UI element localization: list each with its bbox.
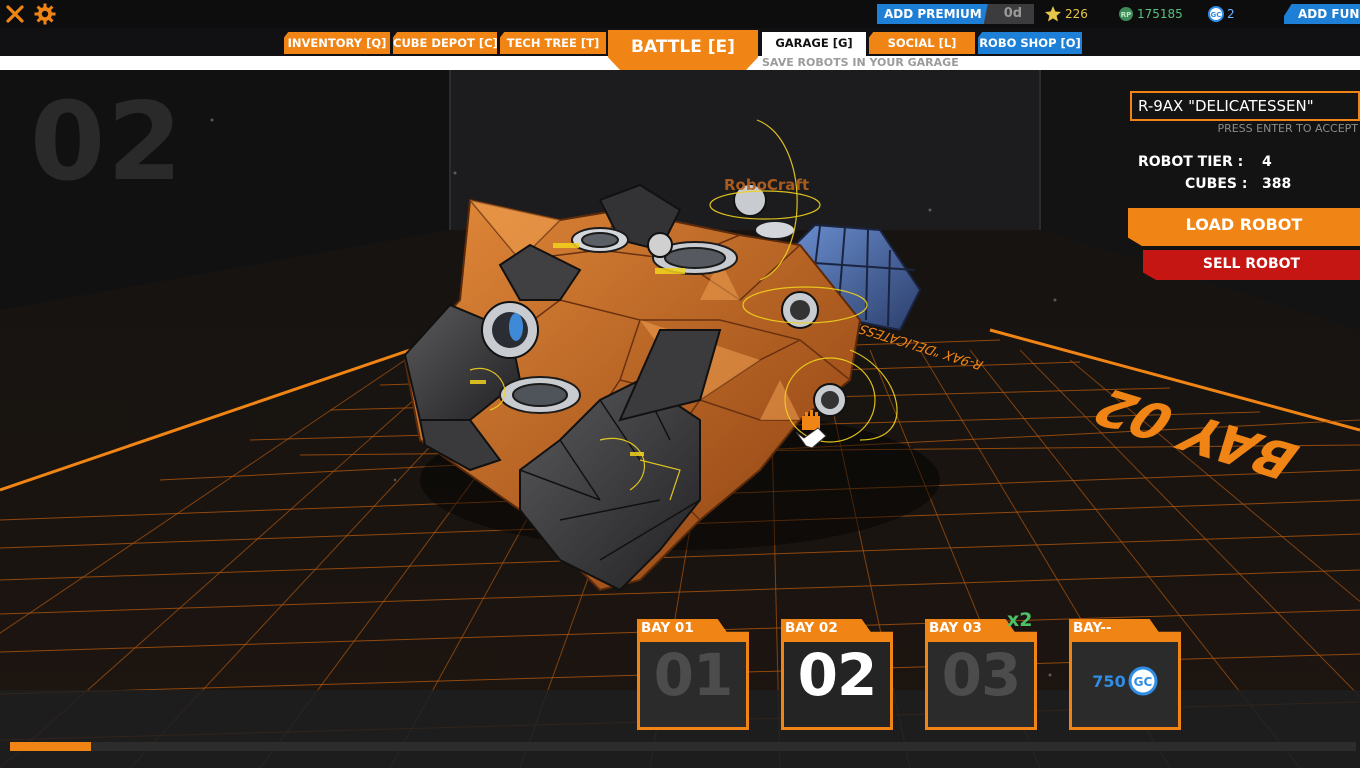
- svg-text:GC: GC: [1211, 11, 1222, 19]
- bay-slot-01[interactable]: BAY 01 01: [637, 619, 749, 730]
- tab-inventory[interactable]: INVENTORY [Q]: [284, 32, 390, 54]
- bay-03-multiplier-badge: x2: [1007, 609, 1033, 631]
- stars-value: 226: [1065, 7, 1088, 21]
- add-premium-button[interactable]: ADD PREMIUM: [877, 4, 996, 24]
- bay-number: 03: [941, 641, 1022, 709]
- cubes-label: CUBES :: [1185, 176, 1248, 192]
- bay-slot-02[interactable]: BAY 02 02: [781, 619, 893, 730]
- top-bar: ADD PREMIUM 0d 226 RP 175185 GC 2 ADD FU…: [0, 0, 1360, 28]
- robot-tier-label: ROBOT TIER :: [1138, 154, 1244, 170]
- bay-number: 01: [653, 641, 734, 709]
- premium-widget[interactable]: ADD PREMIUM 0d: [877, 4, 1035, 24]
- stars-counter: 226: [1044, 5, 1088, 23]
- bay-label: BAY 03: [929, 620, 982, 636]
- premium-days-remaining: 0d: [983, 4, 1035, 24]
- tab-garage[interactable]: GARAGE [G]: [762, 32, 866, 56]
- gc-coin-icon: GC: [1208, 6, 1224, 22]
- gc-coin-icon: GC: [1128, 666, 1158, 696]
- galaxy-coins-value: 2: [1227, 7, 1235, 21]
- tab-battle[interactable]: BATTLE [E]: [608, 30, 758, 70]
- tab-tech-tree[interactable]: TECH TREE [T]: [500, 32, 606, 54]
- svg-text:RP: RP: [1121, 11, 1132, 19]
- robocraft-decal: RoboCraft: [724, 176, 809, 194]
- tab-cube-depot[interactable]: CUBE DEPOT [C]: [393, 32, 497, 54]
- robits-counter: RP 175185: [1118, 5, 1183, 23]
- svg-text:GC: GC: [1133, 675, 1152, 689]
- bay-label: BAY 02: [785, 620, 838, 636]
- bay-price: 750 GC: [1069, 666, 1181, 696]
- bay-label: BAY--: [1073, 620, 1112, 636]
- gear-icon[interactable]: [33, 2, 57, 26]
- cubes-value: 388: [1262, 176, 1292, 192]
- buy-bay-slot[interactable]: BAY-- 750 GC: [1069, 619, 1181, 730]
- sell-robot-button[interactable]: SELL ROBOT: [1143, 250, 1360, 280]
- tab-social[interactable]: SOCIAL [L]: [869, 32, 975, 54]
- tab-robo-shop[interactable]: ROBO SHOP [O]: [978, 32, 1082, 54]
- loading-progress-fill: [10, 742, 91, 751]
- bay-label: BAY 01: [641, 620, 694, 636]
- galaxy-coins-counter: GC 2: [1208, 5, 1235, 23]
- loading-progress-bar: [10, 742, 1356, 751]
- load-robot-button[interactable]: LOAD ROBOT: [1128, 208, 1360, 246]
- bay-number: 02: [797, 641, 878, 709]
- enter-to-accept-hint: PRESS ENTER TO ACCEPT: [1217, 122, 1358, 135]
- robot-name-input[interactable]: [1130, 91, 1360, 121]
- bay-price-value: 750: [1092, 671, 1126, 691]
- robits-icon: RP: [1119, 7, 1133, 21]
- robot-info-panel: PRESS ENTER TO ACCEPT ROBOT TIER : 4 CUB…: [1128, 82, 1360, 282]
- garage-tab-hint: SAVE ROBOTS IN YOUR GARAGE: [762, 56, 959, 69]
- star-icon: [1045, 6, 1061, 22]
- robits-value: 175185: [1137, 7, 1183, 21]
- bay-slot-03[interactable]: BAY 03 03: [925, 619, 1037, 730]
- robot-tier-value: 4: [1262, 154, 1272, 170]
- bay-number-watermark: 02: [30, 80, 185, 205]
- add-funds-button[interactable]: ADD FUNDS: [1284, 4, 1360, 24]
- close-icon[interactable]: [3, 2, 27, 26]
